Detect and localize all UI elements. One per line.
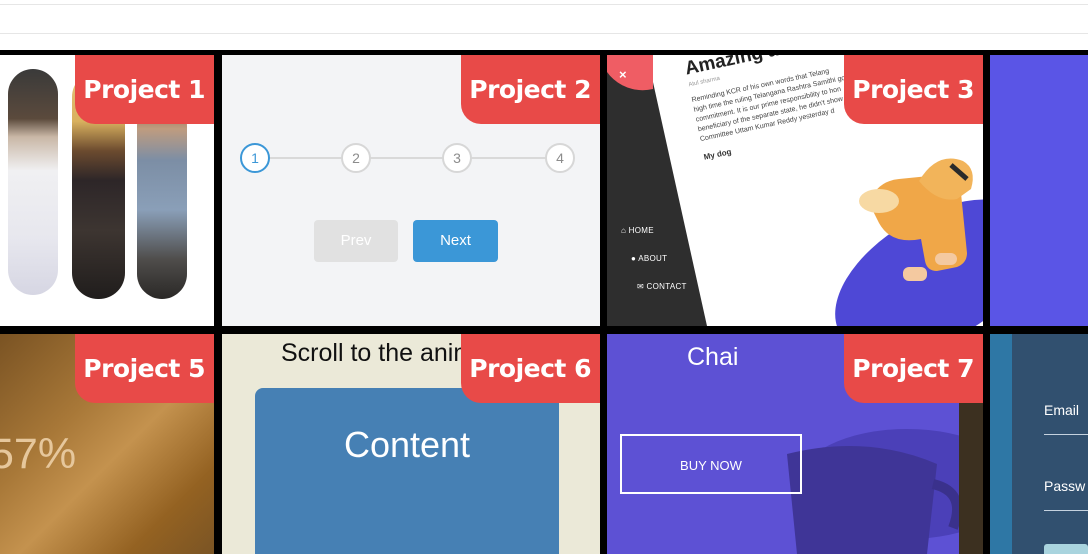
step-1: 1	[240, 143, 270, 173]
project-badge: Project 6	[461, 334, 600, 403]
top-divider	[0, 4, 1088, 5]
content-box: Content	[255, 388, 559, 554]
next-button: Next	[413, 220, 498, 262]
menu-label: ABOUT	[638, 254, 668, 263]
email-underline	[1044, 434, 1088, 435]
photo-strip-3	[137, 101, 187, 299]
menu-item-home: ⌂ HOME	[621, 226, 654, 235]
stepper-track	[267, 157, 557, 159]
top-bar	[0, 0, 1088, 50]
menu-item-contact: ✉ CONTACT	[637, 282, 687, 291]
progress-value: 57%	[0, 430, 77, 478]
project-badge: Project 7	[844, 334, 983, 403]
chai-title: Chai	[687, 343, 739, 371]
project-card-4[interactable]	[990, 55, 1088, 326]
project-badge: Project 1	[75, 55, 214, 124]
user-icon: ●	[631, 254, 637, 263]
project-badge: Project 5	[75, 334, 214, 403]
buy-now-button: BUY NOW	[620, 434, 802, 494]
project-badge: Project 3	[844, 55, 983, 124]
project-card-5[interactable]: 57% Project 5	[0, 334, 214, 554]
login-side-panel	[990, 334, 1012, 554]
project-card-3[interactable]: × Amazing a Atul sharma Reminding KCR of…	[607, 55, 983, 326]
project-card-7[interactable]: Chai BUY NOW Project 7	[607, 334, 983, 554]
project-badge: Project 2	[461, 55, 600, 124]
scroll-title: Scroll to the anim	[281, 339, 475, 367]
mail-icon: ✉	[637, 282, 645, 291]
bottom-divider	[0, 33, 1088, 34]
step-2: 2	[341, 143, 371, 173]
content-label: Content	[343, 424, 471, 465]
menu-label: CONTACT	[646, 282, 687, 291]
close-icon: ×	[619, 67, 627, 82]
project-card-8[interactable]: Email Passw	[990, 334, 1088, 554]
project-card-1[interactable]: Project 1	[0, 55, 214, 326]
menu-label: HOME	[628, 226, 654, 235]
password-label: Passw	[1044, 478, 1086, 494]
email-label: Email	[1044, 402, 1080, 418]
project-card-6[interactable]: Scroll to the anim Content Project 6	[222, 334, 600, 554]
prev-button: Prev	[314, 220, 398, 262]
login-button	[1044, 544, 1088, 554]
photo-strip-1	[8, 69, 58, 295]
projects-grid: Project 1 1 2 3 4 Prev Next Project 2 × …	[0, 50, 1088, 554]
step-4: 4	[545, 143, 575, 173]
menu-item-about: ● ABOUT	[631, 254, 667, 263]
step-3: 3	[442, 143, 472, 173]
password-underline	[1044, 510, 1088, 511]
home-icon: ⌂	[621, 226, 627, 235]
project-card-2[interactable]: 1 2 3 4 Prev Next Project 2	[222, 55, 600, 326]
